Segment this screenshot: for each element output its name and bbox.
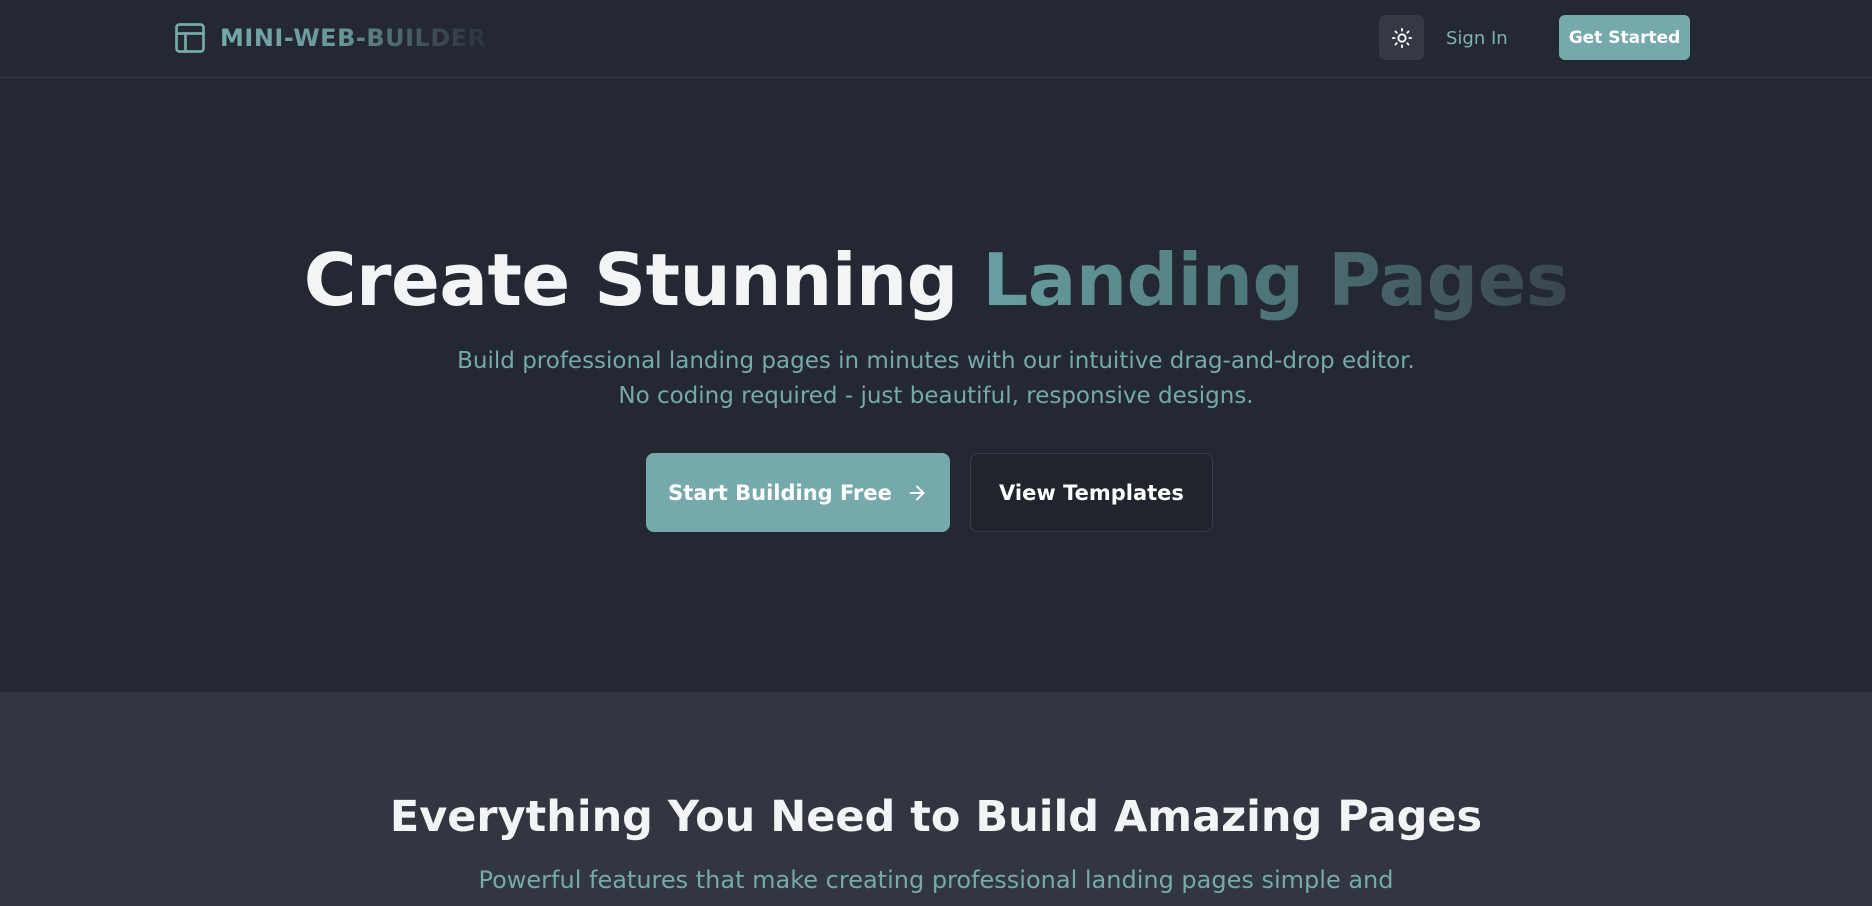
features-subtitle: Powerful features that make creating pro… — [478, 866, 1394, 894]
start-building-label: Start Building Free — [668, 480, 892, 505]
hero-section: Create Stunning Landing Pages Build prof… — [0, 79, 1872, 692]
sun-icon — [1391, 27, 1412, 48]
features-section: Everything You Need to Build Amazing Pag… — [0, 692, 1872, 906]
brand-logo[interactable]: MINI-WEB-BUILDER — [172, 18, 487, 58]
sign-in-link[interactable]: Sign In — [1446, 22, 1508, 54]
top-navbar: MINI-WEB-BUILDER Sign In Get Started — [0, 0, 1872, 78]
hero-title: Create Stunning Landing Pages — [0, 237, 1872, 323]
hero-title-part1: Create Stunning — [303, 238, 983, 322]
hero-subtitle-line1: Build professional landing pages in minu… — [457, 348, 1415, 374]
start-building-button[interactable]: Start Building Free — [646, 453, 950, 532]
hero-subtitle-line2: No coding required - just beautiful, res… — [618, 383, 1254, 409]
features-title: Everything You Need to Build Amazing Pag… — [389, 792, 1483, 842]
hero-title-part2: Landing Pages — [982, 238, 1569, 322]
theme-toggle-button[interactable] — [1379, 15, 1424, 60]
view-templates-button[interactable]: View Templates — [970, 453, 1213, 532]
layout-icon — [175, 23, 205, 53]
brand-name: MINI-WEB-BUILDER — [220, 24, 487, 52]
get-started-button[interactable]: Get Started — [1559, 15, 1690, 60]
arrow-right-icon — [909, 485, 925, 500]
